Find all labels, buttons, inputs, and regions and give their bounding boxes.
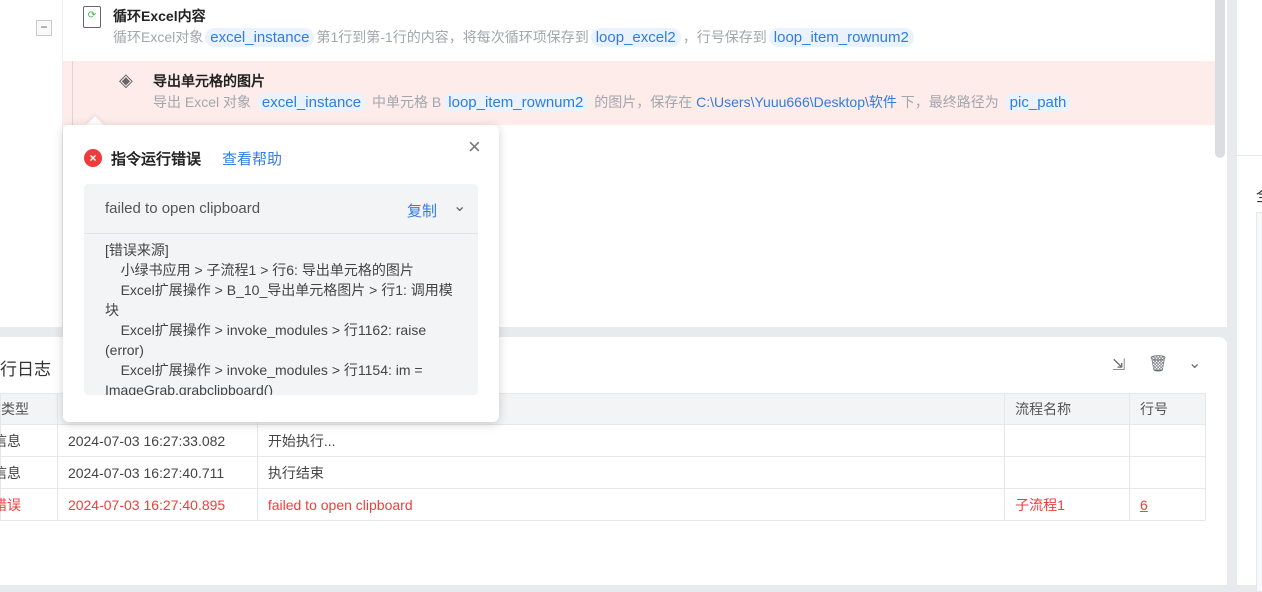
flow-text: 子流程1 bbox=[1015, 496, 1065, 513]
variable-chip[interactable]: loop_item_rownum2 bbox=[768, 28, 914, 47]
cell-type: 错误 bbox=[0, 488, 58, 521]
time-text: 2024-07-03 16:27:33.082 bbox=[67, 432, 226, 449]
cell-flow bbox=[1004, 456, 1131, 489]
collapse-button[interactable]: − bbox=[36, 20, 52, 36]
cell-time: 2024-07-03 16:27:40.895 bbox=[56, 488, 258, 521]
layers-icon: ◈ bbox=[119, 70, 133, 90]
cell-type: 信息 bbox=[0, 456, 58, 489]
cell-line bbox=[1129, 456, 1206, 489]
desc-text: ，行号保存到 bbox=[682, 29, 767, 45]
time-text: 2024-07-03 16:27:40.711 bbox=[67, 464, 225, 481]
cell-type: 信息 bbox=[0, 424, 58, 457]
type-text: 信息 bbox=[0, 464, 21, 481]
line-text: 6 bbox=[1140, 496, 1148, 513]
desc-text: 循环Excel对象 bbox=[113, 29, 204, 45]
right-panel-box bbox=[1256, 212, 1262, 592]
cell-time: 2024-07-03 16:27:33.082 bbox=[56, 424, 258, 457]
desc-text: 导出 Excel 对象 bbox=[153, 94, 255, 110]
table-row[interactable]: 信息 2024-07-03 16:27:40.711 执行结束 bbox=[0, 456, 1206, 489]
scrollbar[interactable] bbox=[1215, 0, 1225, 158]
cell-line[interactable]: 6 bbox=[1129, 488, 1206, 521]
type-text: 信息 bbox=[0, 432, 21, 449]
close-icon[interactable]: × bbox=[468, 134, 481, 160]
col-line: 行号 bbox=[1129, 393, 1206, 425]
cell-time: 2024-07-03 16:27:40.711 bbox=[56, 456, 258, 489]
path-text: C:\Users\Yuuu666\Desktop\软件 bbox=[696, 94, 897, 110]
export-step-title[interactable]: 导出单元格的图片 bbox=[153, 71, 265, 91]
export-step-desc[interactable]: 导出 Excel 对象 excel_instance 中单元格 Bloop_it… bbox=[153, 92, 1073, 112]
export-log-icon[interactable]: ⇲ bbox=[1112, 355, 1125, 375]
error-trace: [错误来源] 小绿书应用 > 子流程1 > 行6: 导出单元格的图片 Excel… bbox=[105, 242, 453, 395]
col-flow: 流程名称 bbox=[1004, 393, 1131, 425]
desc-text: 第1行到第-1行的内容，将每次循环项保存到 bbox=[316, 29, 589, 45]
type-text: 错误 bbox=[0, 496, 21, 513]
cell-content: failed to open clipboard bbox=[256, 488, 1006, 521]
content-text: failed to open clipboard bbox=[267, 496, 413, 513]
help-link[interactable]: 查看帮助 bbox=[222, 148, 282, 169]
chevron-down-icon[interactable]: ⌄ bbox=[453, 196, 466, 216]
error-detail-box: failed to open clipboard 复制 ⌄ [错误来源] 小绿书… bbox=[84, 184, 478, 395]
variable-chip[interactable]: pic_path bbox=[1004, 93, 1072, 112]
variable-chip[interactable]: loop_excel2 bbox=[590, 28, 681, 47]
time-text: 2024-07-03 16:27:40.895 bbox=[67, 496, 226, 513]
cell-content: 执行结束 bbox=[256, 456, 1006, 489]
copy-button[interactable]: 复制 bbox=[407, 200, 437, 221]
col-type: 类型 bbox=[0, 393, 58, 425]
popup-title: 指令运行错误 bbox=[111, 151, 202, 168]
table-row[interactable]: 错误 2024-07-03 16:27:40.895 failed to open … bbox=[0, 488, 1206, 521]
error-popup: × 指令运行错误 查看帮助 × failed to open clipboard… bbox=[63, 125, 499, 422]
table-row[interactable]: 信息 2024-07-03 16:27:33.082 开始执行... bbox=[0, 424, 1206, 457]
loop-step-title[interactable]: 循环Excel内容 bbox=[113, 6, 206, 26]
right-panel: 全 bbox=[1237, 0, 1262, 592]
cell-line bbox=[1129, 424, 1206, 457]
error-message: failed to open clipboard bbox=[105, 200, 261, 217]
desc-text: 的图片，保存在 bbox=[590, 94, 697, 110]
variable-chip[interactable]: loop_item_rownum2 bbox=[443, 93, 589, 112]
loop-step-desc[interactable]: 循环Excel对象 excel_instance 第1行到第-1行的内容，将每次循环… bbox=[113, 27, 916, 47]
right-panel-label: 全 bbox=[1256, 182, 1262, 206]
cell-content: 开始执行... bbox=[256, 424, 1006, 457]
excel-loop-icon: ⟳ bbox=[83, 6, 101, 28]
variable-chip[interactable]: excel_instance bbox=[205, 28, 315, 47]
desc-text: 下，最终路径为 bbox=[896, 94, 1003, 110]
trash-icon[interactable]: 🗑 bbox=[1148, 354, 1168, 374]
content-text: 执行结束 bbox=[267, 464, 324, 481]
variable-chip[interactable]: excel_instance bbox=[256, 93, 367, 112]
chevron-down-icon[interactable]: ⌄ bbox=[1188, 353, 1201, 373]
content-text: 开始执行... bbox=[267, 432, 336, 449]
error-icon: × bbox=[84, 149, 102, 167]
desc-text: 中单元格 B bbox=[368, 94, 442, 110]
cell-flow bbox=[1004, 424, 1131, 457]
cell-flow: 子流程1 bbox=[1004, 488, 1131, 521]
log-title: 行日志 bbox=[0, 360, 51, 379]
indent-line bbox=[72, 61, 73, 125]
